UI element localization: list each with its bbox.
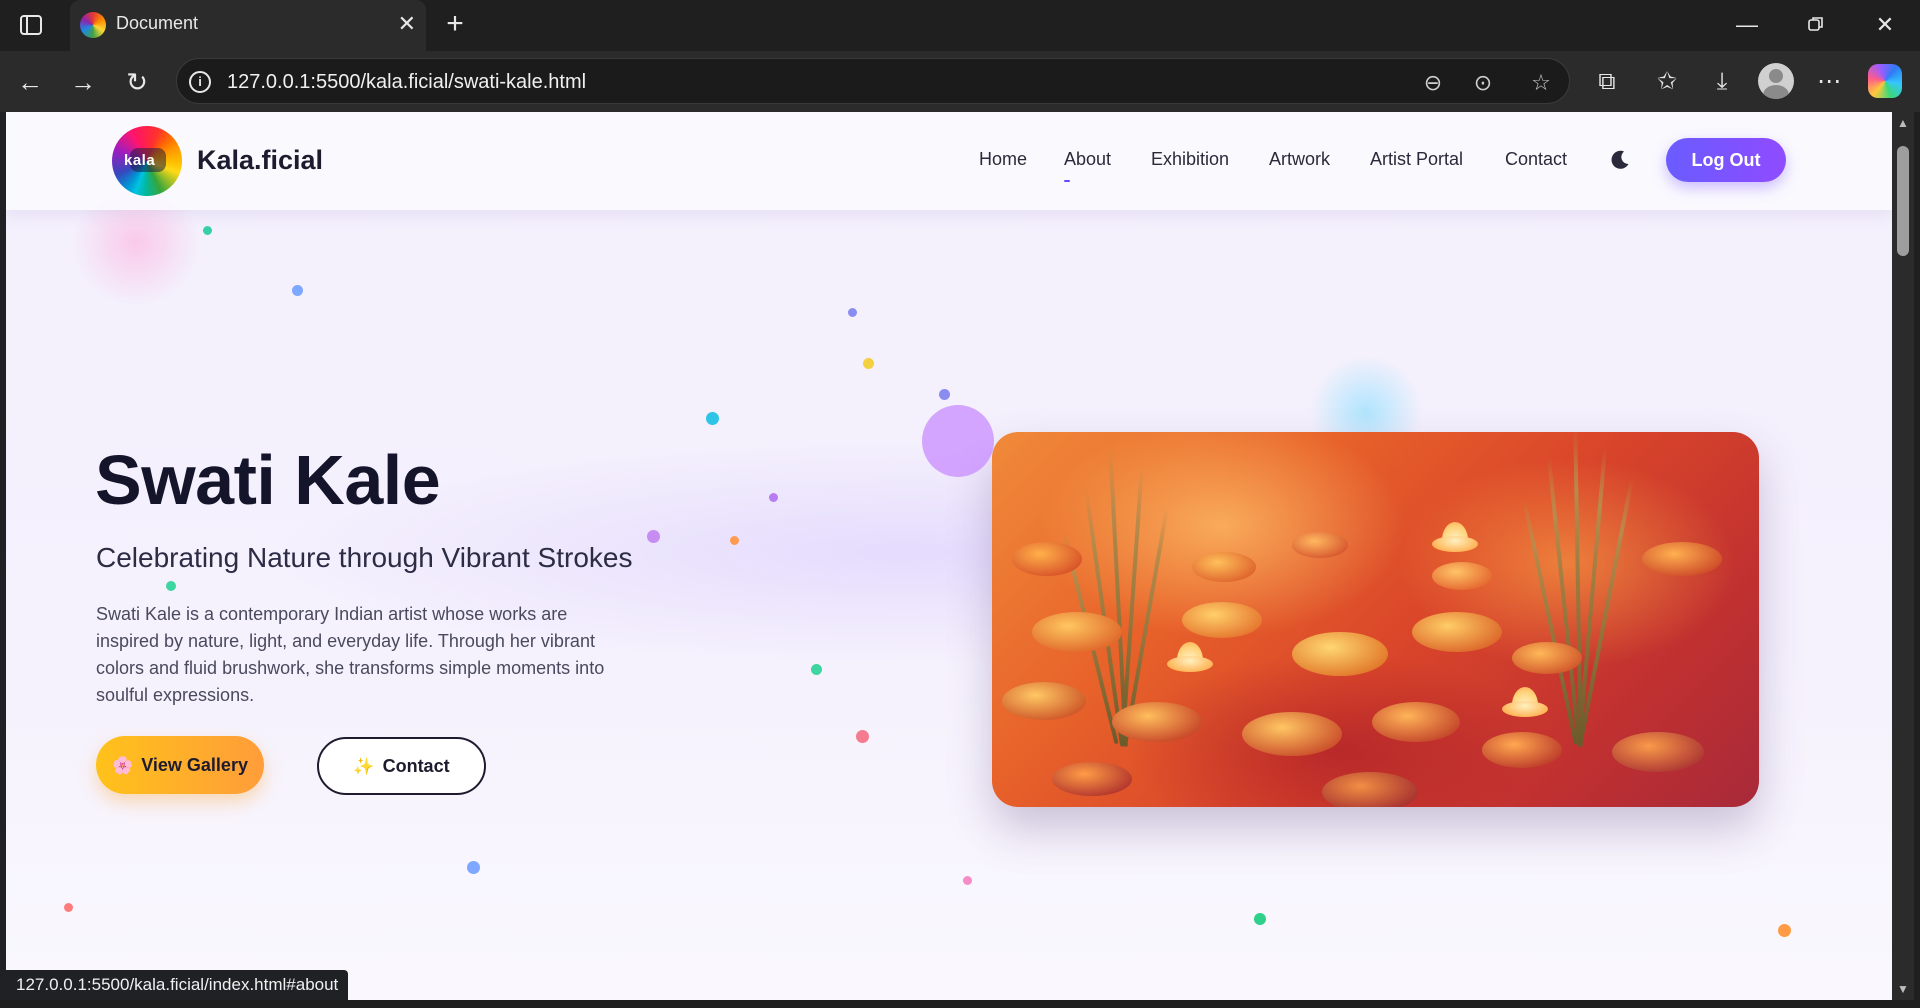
decor-dot [939, 389, 950, 400]
decor-dot [730, 536, 739, 545]
new-tab-icon[interactable]: + [438, 8, 472, 42]
reading-mode-icon[interactable]: ⊙ [1469, 69, 1497, 97]
restore-icon[interactable] [1799, 10, 1833, 40]
decor-dot [863, 358, 874, 369]
site-info-icon[interactable]: i [189, 71, 211, 93]
brand-name[interactable]: Kala.ficial [197, 145, 323, 176]
extensions-icon[interactable]: ⧉ [1590, 65, 1624, 99]
flower-icon: 🌸 [112, 755, 134, 775]
favorites-icon[interactable]: ✩ [1650, 65, 1684, 99]
decor-dot [203, 226, 212, 235]
decor-dot [1254, 913, 1266, 925]
minimize-icon[interactable]: — [1730, 10, 1764, 40]
decor-dot [1778, 924, 1791, 937]
moon-icon[interactable] [1610, 150, 1630, 170]
hero-description: Swati Kale is a contemporary Indian arti… [96, 604, 605, 705]
decor-dot [292, 285, 303, 296]
decor-dot [811, 664, 822, 675]
zoom-out-icon[interactable]: ⊖ [1419, 69, 1447, 97]
browser-titlebar: Document ✕ + — ✕ [0, 0, 1920, 51]
logout-button[interactable]: Log Out [1666, 138, 1786, 182]
hero-subtitle: Celebrating Nature through Vibrant Strok… [96, 542, 633, 573]
sparkles-icon: ✨ [353, 756, 375, 776]
back-icon[interactable]: ← [13, 65, 47, 99]
decor-dot [706, 412, 719, 425]
nav-artist-portal[interactable]: Artist Portal [1370, 149, 1463, 170]
profile-avatar[interactable] [1758, 63, 1794, 99]
view-gallery-button[interactable]: 🌸 View Gallery [96, 736, 264, 794]
decor-bubble [922, 405, 994, 477]
decor-dot [64, 903, 73, 912]
decor-dot [769, 493, 778, 502]
address-url[interactable]: 127.0.0.1:5500/kala.ficial/swati-kale.ht… [227, 71, 586, 94]
scrollbar-thumb[interactable] [1897, 146, 1909, 256]
status-bar-url: 127.0.0.1:5500/kala.ficial/index.html#ab… [6, 970, 349, 1000]
more-menu-icon[interactable]: ⋯ [1812, 65, 1846, 99]
contact-button[interactable]: ✨ Contact [317, 737, 486, 795]
copilot-icon[interactable] [1868, 64, 1902, 98]
browser-tab-active[interactable]: Document ✕ [70, 0, 426, 51]
window-frame [0, 1000, 1920, 1008]
nav-contact[interactable]: Contact [1505, 149, 1567, 170]
site-navbar: kala Kala.ficial Home About Exhibition A… [6, 112, 1892, 210]
decor-dot [166, 581, 176, 591]
page-viewport: kala Kala.ficial Home About Exhibition A… [6, 112, 1892, 1000]
view-gallery-label: View Gallery [141, 754, 248, 775]
decor-dot [848, 308, 857, 317]
address-bar[interactable]: i 127.0.0.1:5500/kala.ficial/swati-kale.… [176, 58, 1570, 104]
tab-title: Document [116, 13, 199, 33]
forward-icon[interactable]: → [66, 65, 100, 99]
scroll-down-icon[interactable]: ▼ [1896, 982, 1910, 996]
nav-exhibition[interactable]: Exhibition [1151, 149, 1229, 170]
contact-label: Contact [382, 755, 450, 776]
reload-icon[interactable]: ↻ [120, 65, 154, 99]
tab-close-icon[interactable]: ✕ [398, 12, 416, 36]
decor-dot [856, 730, 869, 743]
browser-toolbar: ← → ↻ i 127.0.0.1:5500/kala.ficial/swati… [0, 51, 1920, 112]
tab-favicon-icon [80, 12, 106, 38]
close-window-icon[interactable]: ✕ [1868, 10, 1902, 40]
window-frame [1914, 112, 1920, 1008]
page-scrollbar[interactable]: ▲ ▼ [1892, 112, 1914, 1000]
downloads-icon[interactable]: ⤓ [1705, 65, 1739, 99]
favorite-star-icon[interactable]: ☆ [1527, 69, 1555, 97]
artist-name-heading: Swati Kale [95, 441, 441, 519]
nav-artwork[interactable]: Artwork [1269, 149, 1330, 170]
scroll-up-icon[interactable]: ▲ [1896, 116, 1910, 130]
nav-about[interactable]: About [1064, 149, 1111, 170]
nav-home[interactable]: Home [979, 149, 1027, 170]
nav-active-indicator [1064, 180, 1070, 182]
tab-actions-icon[interactable] [14, 12, 48, 38]
decor-dot [963, 876, 972, 885]
decor-dot [647, 530, 660, 543]
logo-text: kala [124, 152, 156, 169]
decor-dot [467, 861, 480, 874]
water-lilies-painting [992, 432, 1759, 807]
